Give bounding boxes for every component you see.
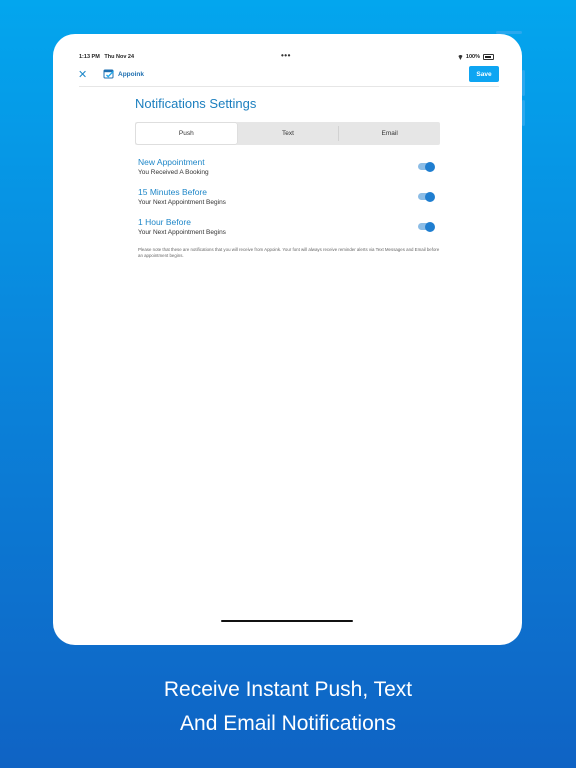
status-bar: 1:13 PM Thu Nov 24 ••• 100%	[53, 51, 522, 64]
status-right: 100%	[458, 54, 494, 60]
setting-1-hour-before: 1 Hour Before Your Next Appointment Begi…	[138, 217, 438, 241]
page-title: Notifications Settings	[135, 96, 257, 111]
brand-name: Appoink	[118, 70, 144, 78]
setting-subtitle: You Received A Booking	[138, 169, 209, 176]
toggle-knob	[425, 161, 435, 172]
toggle-knob	[425, 221, 435, 232]
15-minutes-before-toggle[interactable]	[418, 191, 435, 202]
battery-icon	[483, 54, 494, 60]
status-date-text: Thu Nov 24	[104, 54, 135, 60]
home-indicator[interactable]	[221, 620, 353, 622]
setting-title: New Appointment	[138, 157, 205, 167]
wifi-icon	[458, 55, 463, 59]
nav-bar: ✕ Appoink Save	[53, 64, 522, 86]
setting-subtitle: Your Next Appointment Begins	[138, 229, 226, 236]
setting-subtitle: Your Next Appointment Begins	[138, 199, 226, 206]
channel-tabs: Push Text Email	[135, 122, 440, 145]
battery-percent: 100%	[465, 54, 480, 60]
toggle-knob	[425, 191, 435, 202]
caption-line-2: And Email Notifications	[180, 712, 396, 735]
tab-email[interactable]: Email	[339, 122, 440, 145]
1-hour-before-toggle[interactable]	[418, 221, 435, 232]
device-volume-up-button	[522, 70, 525, 96]
tablet-screen: 1:13 PM Thu Nov 24 ••• 100% ✕ Appoink Sa…	[53, 34, 522, 645]
setting-new-appointment: New Appointment You Received A Booking	[138, 157, 438, 181]
notification-note: Please note that these are notifications…	[138, 247, 440, 259]
marketing-caption: Receive Instant Push, Text And Email Not…	[0, 673, 576, 741]
nav-divider	[79, 86, 499, 87]
tab-text[interactable]: Text	[238, 122, 339, 145]
status-time-text: 1:13 PM	[79, 54, 100, 60]
setting-15-minutes-before: 15 Minutes Before Your Next Appointment …	[138, 187, 438, 211]
close-icon[interactable]: ✕	[78, 69, 87, 81]
calendar-check-icon	[103, 69, 114, 79]
setting-title: 1 Hour Before	[138, 217, 191, 227]
setting-title: 15 Minutes Before	[138, 187, 207, 197]
brand: Appoink	[103, 68, 144, 80]
status-time: 1:13 PM Thu Nov 24	[79, 54, 134, 60]
tab-push[interactable]: Push	[136, 123, 237, 144]
device-volume-down-button	[522, 100, 525, 126]
save-button[interactable]: Save	[469, 66, 499, 82]
caption-line-1: Receive Instant Push, Text	[163, 678, 413, 701]
new-appointment-toggle[interactable]	[418, 161, 435, 172]
multitasking-dots[interactable]: •••	[281, 51, 291, 60]
